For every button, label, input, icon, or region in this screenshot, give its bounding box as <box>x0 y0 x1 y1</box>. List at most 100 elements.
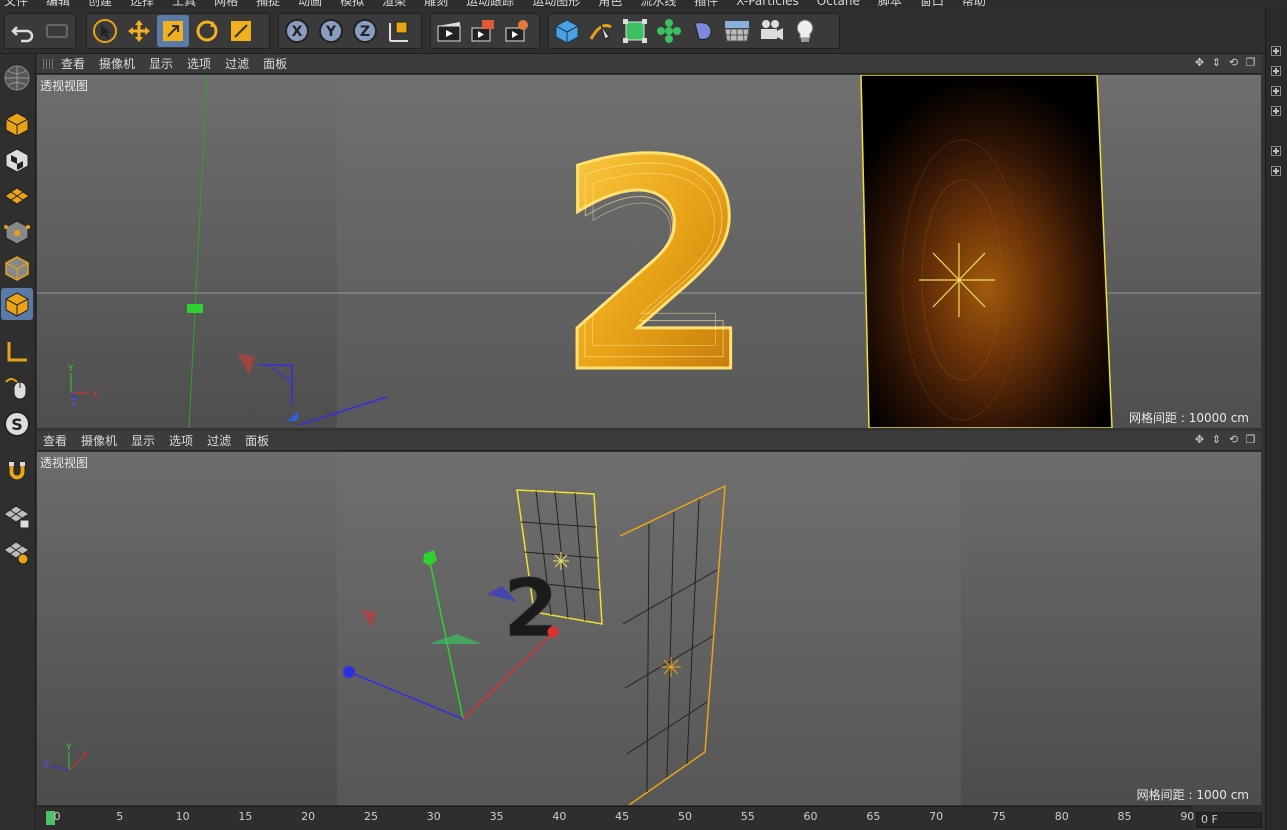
viewport-menu-item[interactable]: 面板 <box>245 433 269 449</box>
timeline[interactable]: 0 5 10 15 20 25 30 35 40 45 50 55 60 65 70 75 80 85 90 <box>37 806 1194 830</box>
move-view-icon[interactable]: ✥ <box>1193 56 1206 70</box>
redo-button[interactable] <box>41 15 73 47</box>
menu-bar: 文件 编辑 创建 选择 工具 网格 捕捉 动画 模拟 渲染 雕刻 运动跟踪 运动图形 角色 流水线 插件 X-P… <box>0 0 1287 8</box>
menu-item[interactable]: 编辑 <box>46 0 70 8</box>
menu-item[interactable]: Octane <box>817 0 860 8</box>
texture-mode-button[interactable] <box>1 144 33 176</box>
menu-item[interactable]: 运动图形 <box>532 0 580 8</box>
menu-item[interactable]: 文件 <box>4 0 28 8</box>
mouse-icon <box>5 378 27 400</box>
deformer-button[interactable] <box>687 15 719 47</box>
rotate-view-icon[interactable]: ⟲ <box>1227 56 1240 70</box>
menu-item[interactable]: 模拟 <box>340 0 364 8</box>
menu-item[interactable]: 雕刻 <box>424 0 448 8</box>
viewport-menu-item[interactable]: 选项 <box>169 433 193 449</box>
undo-button[interactable] <box>7 15 39 47</box>
menu-item[interactable]: 插件 <box>694 0 718 8</box>
floor-button[interactable] <box>721 15 753 47</box>
viewport-top-canvas[interactable]: Y X Z 2 2 2 <box>37 75 1261 428</box>
sphere-mode-button[interactable] <box>1 62 33 94</box>
live-selection-button[interactable] <box>89 15 121 47</box>
axis-mode-button[interactable] <box>1 336 33 368</box>
menu-item[interactable]: 运动跟踪 <box>466 0 514 8</box>
viewport-menu-item[interactable]: 查看 <box>61 56 85 72</box>
pen-icon <box>589 24 612 40</box>
viewport-menu-item[interactable]: 摄像机 <box>99 56 135 72</box>
y-axis-button[interactable]: Y <box>315 15 347 47</box>
workplane-mode-button[interactable] <box>1 180 33 212</box>
axis-mode-icon <box>7 342 27 362</box>
expand-icon[interactable] <box>1271 106 1281 116</box>
menu-item[interactable]: 角色 <box>598 0 622 8</box>
menu-item[interactable]: 工具 <box>172 0 196 8</box>
grip-icon[interactable] <box>43 59 55 69</box>
subdivision-button[interactable] <box>619 15 651 47</box>
svg-text:S: S <box>11 415 23 434</box>
polygons-mode-button[interactable] <box>1 288 33 320</box>
coordinate-system-button[interactable] <box>383 15 415 47</box>
lock-workplane-button[interactable] <box>1 500 33 532</box>
light-button[interactable] <box>789 15 821 47</box>
render-picture-button[interactable] <box>467 15 499 47</box>
cloner-button[interactable] <box>653 15 685 47</box>
scale-button[interactable] <box>157 15 189 47</box>
menu-item[interactable]: 创建 <box>88 0 112 8</box>
recent-tool-button[interactable] <box>225 15 257 47</box>
model-mode-button[interactable] <box>1 108 33 140</box>
move-button[interactable] <box>123 15 155 47</box>
solo-button[interactable]: S <box>1 408 33 440</box>
menu-item[interactable]: 流水线 <box>640 0 676 8</box>
maximize-view-icon[interactable]: ❐ <box>1244 56 1257 70</box>
y-axis-handle[interactable] <box>187 304 203 313</box>
menu-item[interactable]: 捕捉 <box>256 0 280 8</box>
numeral-2-object-wire[interactable]: 2 <box>503 562 560 656</box>
area-light-panel[interactable] <box>860 75 1113 428</box>
render-settings-button[interactable] <box>501 15 533 47</box>
camera-button[interactable] <box>755 15 787 47</box>
viewport-menu-item[interactable]: 显示 <box>149 56 173 72</box>
viewport-bottom[interactable]: 2 Y X Z 透视视图 网格间距 : 1000 cm <box>37 452 1261 805</box>
render-view-button[interactable] <box>433 15 465 47</box>
expand-icon[interactable] <box>1271 66 1281 76</box>
menu-item[interactable]: 渲染 <box>382 0 406 8</box>
viewport-menu-item[interactable]: 面板 <box>263 56 287 72</box>
menu-item[interactable]: 网格 <box>214 0 238 8</box>
zoom-view-icon[interactable]: ⇕ <box>1210 56 1223 70</box>
current-frame-field[interactable]: 0 F <box>1196 812 1262 828</box>
cube-button[interactable] <box>551 15 583 47</box>
menu-item[interactable]: 动画 <box>298 0 322 8</box>
menu-item[interactable]: 选择 <box>130 0 154 8</box>
maximize-view-icon[interactable]: ❐ <box>1244 433 1257 447</box>
viewport-bottom-canvas[interactable]: 2 Y X Z <box>37 452 1261 805</box>
pen-button[interactable] <box>585 15 617 47</box>
z-axis-button[interactable]: Z <box>349 15 381 47</box>
viewport-menu-item[interactable]: 显示 <box>131 433 155 449</box>
viewport-menu-item[interactable]: 摄像机 <box>81 433 117 449</box>
viewport-top[interactable]: Y X Z 2 2 2 透视视图 网格间距 : 10000 cm <box>37 75 1261 428</box>
zoom-view-icon[interactable]: ⇕ <box>1210 433 1223 447</box>
menu-item[interactable]: 帮助 <box>962 0 986 8</box>
svg-text:X: X <box>292 24 303 40</box>
tweak-mode-button[interactable] <box>1 372 33 404</box>
edges-mode-button[interactable] <box>1 252 33 284</box>
expand-icon[interactable] <box>1271 146 1281 156</box>
viewport-menu-item[interactable]: 过滤 <box>225 56 249 72</box>
move-view-icon[interactable]: ✥ <box>1193 433 1206 447</box>
viewport-bottom-controls: ✥ ⇕ ⟲ ❐ <box>1193 433 1257 447</box>
expand-icon[interactable] <box>1271 166 1281 176</box>
rotate-view-icon[interactable]: ⟲ <box>1227 433 1240 447</box>
menu-item[interactable]: 窗口 <box>920 0 944 8</box>
viewport-menu-item[interactable]: 选项 <box>187 56 211 72</box>
viewport-menu-item[interactable]: 查看 <box>43 433 67 449</box>
expand-icon[interactable] <box>1271 46 1281 56</box>
x-axis-button[interactable]: X <box>281 15 313 47</box>
menu-item[interactable]: X-Particles <box>736 0 799 8</box>
menu-item[interactable]: 脚本 <box>878 0 902 8</box>
planar-workplane-button[interactable] <box>1 536 33 568</box>
rotate-button[interactable] <box>191 15 223 47</box>
points-mode-button[interactable] <box>1 216 33 248</box>
numeral-2-object[interactable]: 2 2 2 <box>553 99 758 429</box>
expand-icon[interactable] <box>1271 86 1281 96</box>
viewport-menu-item[interactable]: 过滤 <box>207 433 231 449</box>
snap-button[interactable] <box>1 454 33 486</box>
